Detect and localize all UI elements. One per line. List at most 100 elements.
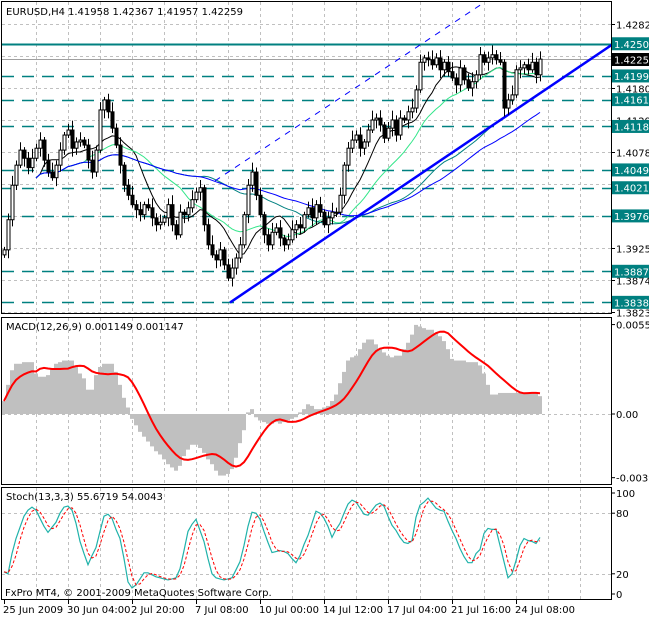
macd-histogram-bar: [486, 384, 490, 414]
stoch-tick-label: 0: [616, 590, 622, 601]
price-tick-label: 1.42820: [616, 21, 649, 32]
stoch-tick-label: 80: [616, 509, 629, 520]
macd-histogram-bar: [410, 334, 414, 414]
candle-body: [198, 187, 203, 193]
candle-body: [238, 244, 243, 259]
candle-body: [386, 127, 391, 139]
macd-histogram-bar: [298, 412, 302, 414]
macd-histogram-bar: [106, 363, 110, 414]
candle-body: [330, 211, 335, 219]
candle-body: [46, 159, 51, 173]
macd-histogram-bar: [18, 363, 22, 414]
candle-body: [522, 64, 527, 69]
macd-histogram-bar: [90, 389, 94, 414]
candle-body: [338, 194, 343, 213]
candle-body: [182, 211, 187, 216]
candle-body: [122, 164, 127, 186]
macd-histogram-bar: [510, 392, 514, 414]
candle-body: [514, 69, 519, 96]
candle-body: [58, 149, 63, 166]
candle-body: [246, 184, 251, 216]
macd-histogram-bar: [186, 414, 190, 450]
candle-body: [86, 144, 91, 161]
macd-histogram-bar: [230, 414, 234, 470]
time-tick-label: 17 Jul 04:00: [387, 605, 447, 616]
macd-histogram-bar: [494, 394, 498, 414]
macd-histogram-bar: [306, 404, 310, 414]
ohlc-readout: 1.41958 1.42367 1.41957 1.42259: [68, 7, 243, 18]
candle-body: [214, 254, 219, 261]
candle-body: [538, 58, 543, 76]
candle-body: [250, 171, 255, 186]
macd-histogram-bar: [398, 355, 402, 414]
level-label: 1.40210: [614, 184, 649, 195]
candle-body: [534, 61, 539, 76]
candle-body: [382, 124, 387, 139]
candle-body: [366, 129, 371, 143]
macd-histogram-bar: [406, 342, 410, 414]
candle-body: [270, 231, 275, 246]
macd-histogram-bar: [418, 326, 422, 414]
macd-histogram-bar: [414, 324, 418, 414]
candle-body: [470, 81, 475, 89]
candle-body: [466, 79, 471, 89]
candle-body: [462, 67, 467, 81]
candle-body: [446, 61, 451, 73]
macd-histogram-bar: [74, 367, 78, 414]
time-tick-label: 14 Jul 12:00: [323, 605, 383, 616]
macd-histogram-bar: [30, 362, 34, 414]
candle-body: [498, 59, 503, 63]
candle-body: [406, 111, 411, 121]
price-tick-label: 1.40780: [616, 149, 649, 160]
macd-histogram-bar: [482, 373, 486, 414]
candle-body: [438, 57, 443, 71]
price-tick-label: 1.39250: [616, 245, 649, 256]
candle-body: [294, 224, 299, 231]
candle-body: [190, 199, 195, 209]
candle-body: [90, 159, 95, 173]
macd-histogram-bar: [338, 383, 342, 414]
macd-histogram-bar: [2, 401, 6, 414]
candle-body: [146, 204, 151, 209]
candle-body: [378, 117, 383, 126]
macd-histogram-bar: [82, 378, 86, 414]
macd-histogram-bar: [366, 339, 370, 414]
macd-histogram-bar: [454, 360, 458, 414]
candle-body: [290, 229, 295, 241]
symbol-label: EURUSD,H4: [6, 7, 65, 18]
macd-histogram-bar: [198, 414, 202, 449]
candle-body: [22, 149, 27, 159]
candle-body: [6, 219, 11, 251]
candle-body: [118, 144, 123, 166]
macd-histogram-bar: [162, 414, 166, 460]
level-label: 1.41992: [614, 72, 649, 83]
macd-histogram-bar: [466, 362, 470, 414]
candle-body: [154, 217, 159, 226]
candle-body: [62, 134, 67, 151]
candle-body: [486, 57, 491, 63]
stoch-tick-label: 100: [616, 489, 635, 500]
macd-histogram-bar: [250, 409, 254, 414]
macd-histogram-bar: [450, 358, 454, 414]
candle-body: [94, 149, 99, 173]
macd-histogram-bar: [110, 363, 114, 414]
level-label: 1.41187: [614, 122, 649, 133]
macd-histogram-bar: [222, 414, 226, 476]
candle-body: [26, 157, 31, 169]
macd-histogram-bar: [38, 376, 42, 414]
candle-body: [494, 54, 499, 61]
stoch-title: Stoch(13,3,3) 55.6719 54.0043: [6, 492, 163, 503]
candle-body: [322, 211, 327, 226]
candle-body: [350, 139, 355, 149]
macd-histogram-bar: [538, 396, 542, 414]
macd-histogram-bar: [430, 329, 434, 414]
current-price-label: 1.42259: [614, 56, 649, 67]
macd-histogram-bar: [206, 414, 210, 460]
macd-histogram-bar: [358, 349, 362, 414]
candle-body: [18, 149, 23, 166]
stoch-tick-label: 20: [616, 570, 629, 581]
macd-histogram-bar: [254, 414, 258, 418]
candle-body: [194, 191, 199, 201]
macd-histogram-bar: [290, 414, 294, 419]
level-label: 1.38383: [614, 298, 649, 309]
